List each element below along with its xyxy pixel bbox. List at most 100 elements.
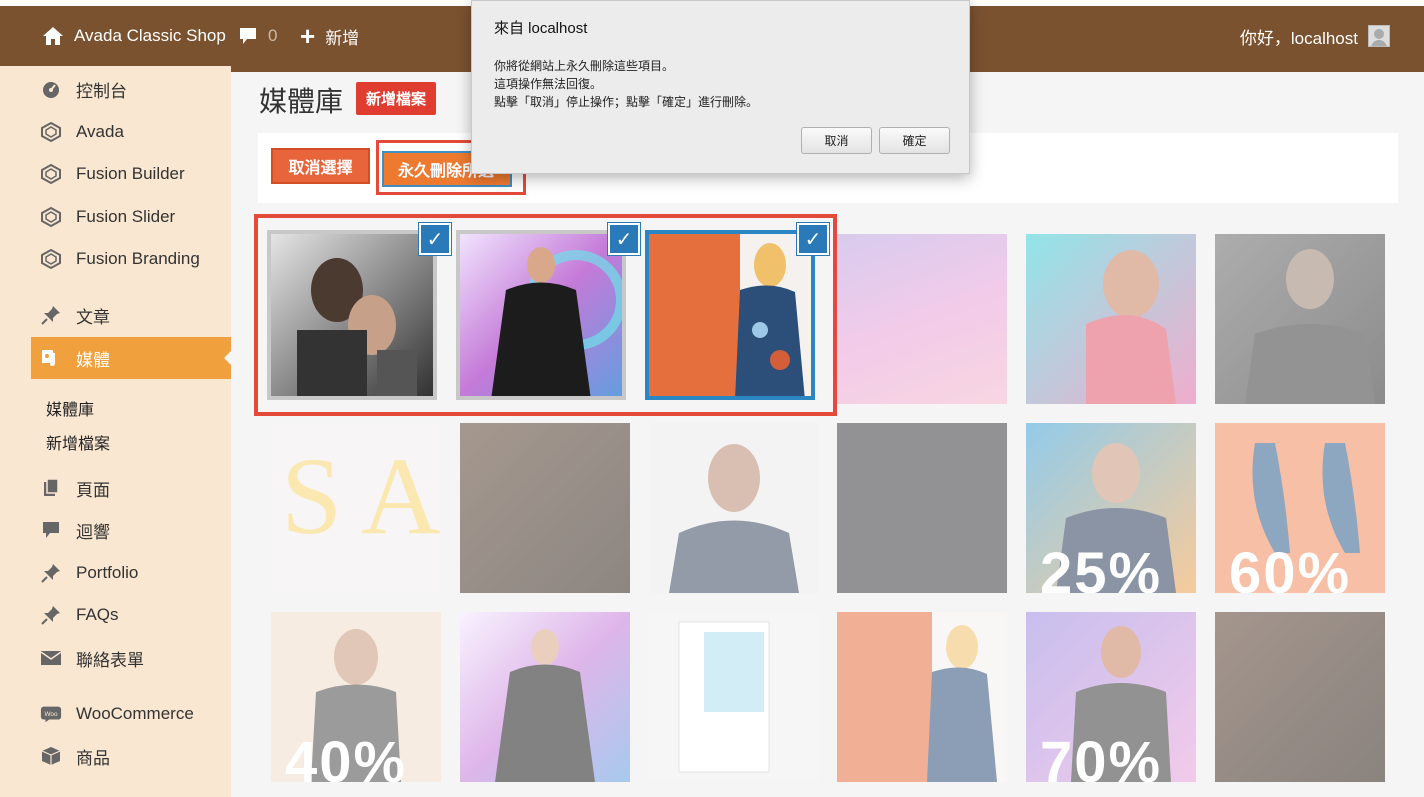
media-tile[interactable]: [1215, 612, 1385, 782]
svg-text:S: S: [281, 435, 342, 557]
sidebar-item-dashboard[interactable]: 控制台: [40, 74, 127, 104]
sidebar-item-label: Portfolio: [76, 563, 139, 582]
dialog-cancel-button[interactable]: 取消: [801, 127, 872, 154]
media-tile[interactable]: [460, 612, 630, 782]
pin-icon: [40, 304, 62, 326]
dialog-message-line: 你將從網站上永久刪除這些項目。: [494, 59, 675, 73]
comment-icon: [40, 519, 62, 541]
sale-text: 40%: [285, 730, 408, 782]
user-account-menu[interactable]: 你好，localhost: [1240, 22, 1390, 50]
media-tile[interactable]: [837, 612, 1007, 782]
dialog-title: 來自 localhost: [494, 20, 588, 37]
avada-icon: [40, 121, 62, 143]
page-title: 媒體庫: [259, 86, 344, 117]
media-tile[interactable]: 60%: [1215, 423, 1385, 593]
sidebar-item-faqs[interactable]: FAQs: [40, 600, 119, 630]
site-home-link[interactable]: Avada Classic Shop: [42, 22, 226, 50]
photo-man-shirt: [669, 444, 799, 593]
sidebar-item-avada[interactable]: Avada: [40, 117, 124, 147]
dialog-message-line: 這項操作無法回復。: [494, 77, 603, 91]
dashboard-icon: [40, 78, 62, 100]
photo-woman-leather: [495, 629, 595, 782]
avatar: [1368, 25, 1390, 47]
comments-count: 0: [268, 26, 278, 45]
box-icon: [40, 745, 62, 767]
photo-woman-dress: [311, 629, 401, 782]
sidebar-item-woocommerce[interactable]: Woo WooCommerce: [40, 699, 194, 729]
sidebar-item-portfolio[interactable]: Portfolio: [40, 558, 138, 588]
media-tile[interactable]: 70%: [1026, 612, 1196, 782]
sidebar-item-fusion-builder[interactable]: Fusion Builder: [40, 159, 185, 189]
dialog-ok-button[interactable]: 確定: [879, 127, 950, 154]
sidebar-item-comments[interactable]: 迴響: [40, 515, 110, 545]
sidebar-item-contact-forms[interactable]: 聯絡表單: [40, 643, 144, 673]
comments-link[interactable]: 0: [238, 22, 277, 50]
media-tile[interactable]: [1215, 234, 1385, 404]
sidebar-item-label: 控制台: [76, 81, 127, 101]
sidebar-item-posts[interactable]: 文章: [40, 300, 110, 330]
greeting: 你好，localhost: [1239, 28, 1358, 48]
svg-text:Woo: Woo: [44, 711, 57, 718]
media-tile[interactable]: [837, 234, 1007, 404]
media-tile[interactable]: SA: [271, 423, 441, 593]
woocommerce-icon: Woo: [40, 703, 62, 725]
sale-text: 25%: [1040, 541, 1163, 593]
svg-text:A: A: [361, 435, 440, 557]
add-new-file-button[interactable]: 新增檔案: [356, 82, 437, 115]
pages-icon: [40, 477, 62, 499]
pin-icon: [40, 562, 62, 584]
sidebar-item-fusion-branding[interactable]: Fusion Branding: [40, 244, 200, 274]
new-content-link[interactable]: + 新增: [300, 22, 359, 50]
fusion-builder-icon: [40, 163, 62, 185]
sidebar-item-label: FAQs: [76, 605, 119, 624]
media-tile[interactable]: [837, 423, 1007, 593]
sidebar-item-pages[interactable]: 頁面: [40, 473, 110, 503]
home-icon: [43, 27, 63, 45]
sale-text: 70%: [1040, 730, 1163, 782]
comment-icon: [240, 28, 256, 44]
mail-icon: [40, 647, 62, 669]
confirm-dialog: 來自 localhost 你將從網站上永久刪除這些項目。 這項操作無法回復。 點…: [471, 0, 970, 174]
sidebar-item-media[interactable]: 媒體: [40, 343, 110, 373]
sidebar-item-label: 文章: [76, 307, 110, 327]
sidebar-item-label: 聯絡表單: [76, 650, 144, 670]
media-icon: [40, 347, 62, 369]
photo-package-mockup: [678, 621, 770, 773]
dialog-message-line: 點擊「取消」停止操作；點擊「確定」進行刪除。: [494, 95, 759, 109]
sidebar-item-label: 商品: [76, 748, 110, 768]
sidebar-item-label: Fusion Branding: [76, 249, 200, 268]
sidebar-item-label: WooCommerce: [76, 704, 194, 723]
cancel-selection-button[interactable]: 取消選擇: [271, 148, 370, 184]
submenu-media-library[interactable]: 媒體庫: [46, 396, 94, 420]
pin-icon: [40, 604, 62, 626]
media-tile[interactable]: [649, 612, 819, 782]
fusion-branding-icon: [40, 248, 62, 270]
media-tile[interactable]: [460, 423, 630, 593]
new-label: 新增: [325, 28, 360, 48]
sidebar-item-label: Avada: [76, 122, 124, 141]
fusion-slider-icon: [40, 206, 62, 228]
plus-icon: +: [300, 21, 316, 51]
media-tile[interactable]: 25%: [1026, 423, 1196, 593]
photo-blue-shoes: [1252, 443, 1360, 553]
photo-woman-dark: [1245, 249, 1375, 404]
site-name: Avada Classic Shop: [74, 26, 226, 45]
photo-man-beanie: [1056, 443, 1176, 593]
photo-woman-beanie: [1071, 626, 1171, 782]
submenu-add-new-file[interactable]: 新增檔案: [46, 430, 110, 454]
sale-text: 60%: [1229, 541, 1352, 593]
sidebar-item-label: 媒體: [76, 350, 110, 370]
media-tile[interactable]: [1026, 234, 1196, 404]
sidebar-item-products[interactable]: 商品: [40, 741, 110, 771]
photo-woman-pink: [1086, 250, 1176, 404]
sidebar-item-label: Fusion Slider: [76, 207, 176, 226]
photo-yellow-letters: SA: [281, 435, 440, 557]
media-tile[interactable]: 40%: [271, 612, 441, 782]
sidebar-item-label: 迴響: [76, 522, 110, 542]
sidebar-item-label: Fusion Builder: [76, 164, 185, 183]
sidebar-item-fusion-slider[interactable]: Fusion Slider: [40, 202, 175, 232]
media-tile[interactable]: [649, 423, 819, 593]
annotation-highlight-selection: [254, 214, 837, 416]
photo-woman-floral: [927, 612, 1007, 782]
sidebar-item-label: 頁面: [76, 480, 110, 500]
